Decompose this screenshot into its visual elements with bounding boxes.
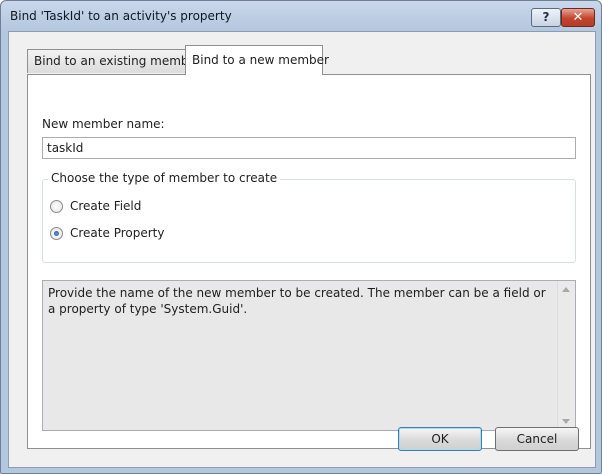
tab-existing-member[interactable]: Bind to an existing member xyxy=(27,49,201,73)
help-icon: ? xyxy=(542,10,550,24)
member-type-group: Choose the type of member to create Crea… xyxy=(42,171,576,263)
scroll-down-arrow-icon[interactable] xyxy=(562,419,570,424)
close-icon: ✕ xyxy=(572,10,584,25)
ok-button[interactable]: OK xyxy=(398,427,482,451)
description-box[interactable]: Provide the name of the new member to be… xyxy=(42,280,576,431)
new-member-name-input[interactable] xyxy=(42,137,576,159)
dialog-client-area: Bind to an existing member Bind to a new… xyxy=(8,31,596,468)
member-type-group-title: Choose the type of member to create xyxy=(48,171,281,185)
scroll-up-arrow-icon[interactable] xyxy=(562,287,570,292)
create-field-radio[interactable] xyxy=(50,200,63,213)
window-title: Bind 'TaskId' to an activity's property xyxy=(10,9,232,23)
cancel-button[interactable]: Cancel xyxy=(495,427,579,451)
close-button[interactable]: ✕ xyxy=(561,8,595,27)
help-button[interactable]: ? xyxy=(531,8,561,27)
description-text: Provide the name of the new member to be… xyxy=(48,286,546,316)
title-bar[interactable]: Bind 'TaskId' to an activity's property … xyxy=(1,1,601,31)
dialog-window: Bind 'TaskId' to an activity's property … xyxy=(0,0,602,474)
tab-new-member[interactable]: Bind to a new member xyxy=(185,45,329,75)
new-member-name-label: New member name: xyxy=(42,117,165,131)
create-field-label[interactable]: Create Field xyxy=(70,199,141,213)
create-property-radio[interactable] xyxy=(50,227,63,240)
create-property-label[interactable]: Create Property xyxy=(70,226,164,240)
description-scrollbar[interactable] xyxy=(557,281,575,430)
tab-panel-new-member: New member name: Choose the type of memb… xyxy=(27,74,591,449)
